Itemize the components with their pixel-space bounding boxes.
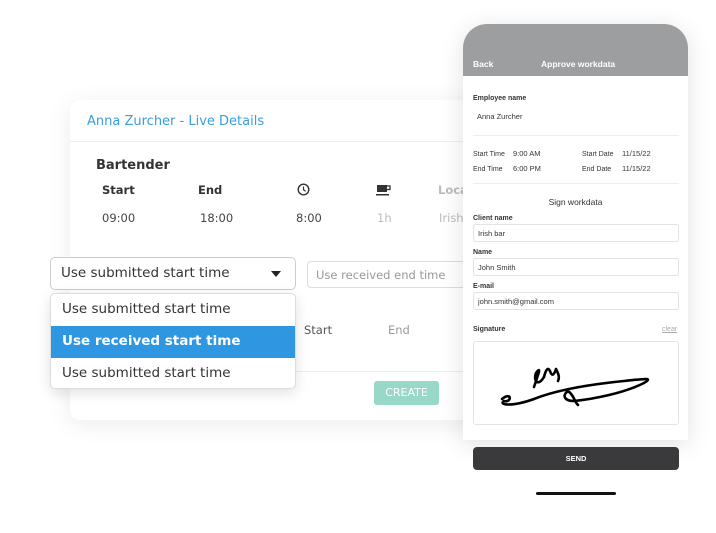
clock-icon xyxy=(297,183,310,196)
home-indicator xyxy=(536,492,616,495)
back-button[interactable]: Back xyxy=(473,59,493,69)
signature-drawing xyxy=(500,367,650,407)
start-time: 9:00 AM xyxy=(513,149,541,158)
client-label: Client name xyxy=(473,215,513,222)
option-submitted-start-2[interactable]: Use submitted start time xyxy=(51,358,295,388)
email-label: E-mail xyxy=(473,283,495,290)
end-time-label: End Time xyxy=(473,166,503,173)
divider xyxy=(473,135,679,136)
header-start: Start xyxy=(102,183,135,197)
start-date: 11/15/22 xyxy=(622,149,651,158)
start-time-options: Use submitted start time Use received st… xyxy=(50,293,296,389)
option-received-start[interactable]: Use received start time xyxy=(51,326,295,358)
value-end: 18:00 xyxy=(200,211,234,225)
end-date-label: End Date xyxy=(582,166,612,173)
end-time-select[interactable]: Use received end time xyxy=(307,261,477,288)
start-time-select[interactable]: Use submitted start time xyxy=(50,257,296,290)
signature-label: Signature xyxy=(473,326,506,333)
end-time: 6:00 PM xyxy=(513,164,541,173)
phone-title: Approve workdata xyxy=(541,59,616,69)
row2-header-start: Start xyxy=(304,323,333,337)
role-title: Bartender xyxy=(96,158,170,173)
start-time-label: Start Time xyxy=(473,151,505,158)
employee-label: Employee name xyxy=(473,95,527,102)
create-button[interactable]: CREATE xyxy=(374,381,439,405)
caret-down-icon xyxy=(271,271,281,277)
value-break: 1h xyxy=(377,211,392,225)
sign-title: Sign workdata xyxy=(548,197,603,207)
start-date-label: Start Date xyxy=(582,151,614,158)
divider xyxy=(296,371,470,372)
end-date: 11/15/22 xyxy=(622,164,651,173)
header-end: End xyxy=(198,183,223,197)
end-time-select-value: Use received end time xyxy=(316,268,446,282)
start-time-select-value: Use submitted start time xyxy=(61,265,230,281)
client-input[interactable]: Irish bar xyxy=(473,224,679,242)
name-label: Name xyxy=(473,249,493,256)
phone-header: Back Approve workdata xyxy=(463,24,688,76)
divider xyxy=(473,183,679,184)
employee-name: Anna Zurcher xyxy=(477,112,523,121)
value-location: Irish xyxy=(439,211,464,225)
phone-screen: Back Approve workdata Employee name Anna… xyxy=(463,24,688,440)
card-title: Anna Zurcher - Live Details xyxy=(87,114,265,129)
divider xyxy=(70,141,470,142)
clear-link[interactable]: clear xyxy=(662,326,677,333)
name-input[interactable]: John Smith xyxy=(473,258,679,276)
coffee-cup-icon xyxy=(376,185,391,196)
email-input[interactable]: john.smith@gmail.com xyxy=(473,292,679,310)
value-start: 09:00 xyxy=(102,211,136,225)
signature-pad[interactable] xyxy=(473,341,679,425)
option-submitted-start[interactable]: Use submitted start time xyxy=(51,294,295,326)
value-duration: 8:00 xyxy=(296,211,322,225)
send-button[interactable]: SEND xyxy=(473,447,679,470)
row2-header-end: End xyxy=(388,323,410,337)
